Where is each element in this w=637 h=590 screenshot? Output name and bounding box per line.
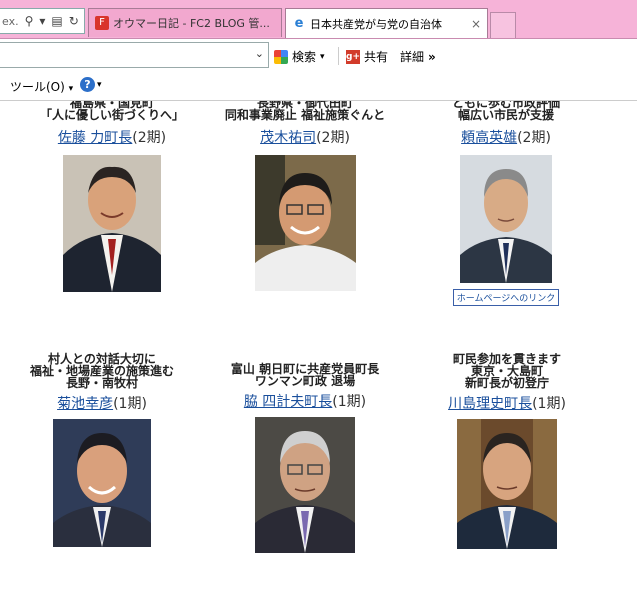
page-content: 福島県・国見町 「人に優しい街づくりへ」 佐藤 力町長(2期) 長野県・御代田町…: [0, 101, 637, 590]
share-label: 共有: [364, 50, 389, 64]
details-label: 詳細: [400, 50, 425, 64]
close-tab-icon[interactable]: ×: [471, 17, 481, 31]
headline-line: 長野・南牧村: [65, 376, 138, 390]
term-label: (2期): [316, 130, 350, 146]
search-icon[interactable]: ⚲: [25, 14, 34, 28]
mayor-name-row: 頼高英雄(2期): [406, 127, 606, 147]
help-icon: ?: [80, 77, 95, 92]
mayor-card: 村人との対話大切に 福祉・地場産業の施策進む 長野・南牧村 菊池幸彦(1期): [2, 353, 202, 547]
dropdown-arrow-icon: ▾: [68, 84, 74, 94]
headline: 富山 朝日町に共産党員町長 ワンマン町政 退場: [205, 363, 405, 387]
mayor-photo: [53, 419, 151, 547]
refresh-icon[interactable]: ↻: [69, 14, 79, 28]
search-command[interactable]: 検索 ▾: [274, 48, 325, 65]
mayor-photo: [254, 155, 356, 291]
mayor-name-row: 菊池幸彦(1期): [2, 393, 202, 413]
mayor-name-row: 脇 四計夫町長(1期): [205, 391, 405, 411]
headline-line: 同和事業廃止 福祉施策ぐんと: [224, 108, 386, 122]
help-menu[interactable]: ? ▾: [80, 77, 102, 92]
address-bar[interactable]: ex. ⚲ ▾ ▤ ↻: [0, 8, 85, 34]
details-command[interactable]: 詳細 »: [400, 48, 436, 65]
fc2-favicon-icon: F: [95, 16, 109, 30]
mayor-name-link[interactable]: 佐藤 力町長: [58, 130, 132, 146]
tab-active-page[interactable]: e 日本共産党が与党の自治体 ×: [285, 8, 488, 38]
term-label: (1期): [332, 394, 367, 410]
menu-bar: ツール(O) ▾ ? ▾: [0, 72, 637, 101]
headline: ともに歩む市政評価 幅広い市民が支援: [406, 101, 606, 121]
mayor-card: 町民参加を貫きます 東京・大島町 新町長が初登庁 川島理史町長(1期): [407, 353, 607, 549]
mayor-name-row: 茂木祐司(2期): [205, 127, 405, 147]
term-label: (2期): [132, 130, 167, 146]
mayor-photo: [63, 155, 161, 292]
tab-strip: ex. ⚲ ▾ ▤ ↻ F オウマー日記 - FC2 BLOG 管... e 日…: [0, 0, 637, 39]
mayor-card: ともに歩む市政評価 幅広い市民が支援 頼高英雄(2期) ホームページへのリンク: [406, 101, 606, 306]
mayor-name-link[interactable]: 菊池幸彦: [57, 396, 113, 412]
term-label: (2期): [517, 130, 551, 146]
dropdown-arrow-icon[interactable]: ▾: [39, 14, 45, 28]
favorites-dropdown[interactable]: ⌄: [0, 42, 269, 68]
dropdown-arrow-icon: ▾: [97, 79, 102, 90]
headline-line: 幅広い市民が支援: [457, 108, 554, 122]
headline: 長野県・御代田町 同和事業廃止 福祉施策ぐんと: [205, 101, 405, 121]
homepage-link[interactable]: ホームページへのリンク: [452, 289, 560, 306]
headline-line: 新町長が初登庁: [464, 376, 549, 390]
chevron-right-icon: »: [428, 49, 436, 64]
mayor-card: 富山 朝日町に共産党員町長 ワンマン町政 退場 脇 四計夫町長(1期): [205, 363, 405, 553]
headline: 村人との対話大切に 福祉・地場産業の施策進む 長野・南牧村: [2, 353, 202, 389]
headline-line: 「人に優しい街づくりへ」: [39, 108, 184, 122]
term-label: (1期): [532, 396, 566, 412]
mayor-name-link[interactable]: 脇 四計夫町長: [244, 394, 332, 410]
headline-line: ワンマン町政 退場: [254, 374, 356, 388]
google-icon: [274, 49, 288, 64]
new-tab-button[interactable]: [490, 12, 516, 38]
address-text: ex.: [2, 14, 19, 28]
term-label: (1期): [113, 396, 147, 412]
mayor-name-row: 川島理史町長(1期): [407, 393, 607, 413]
mayor-card: 長野県・御代田町 同和事業廃止 福祉施策ぐんと 茂木祐司(2期): [205, 101, 405, 291]
tab-label: オウマー日記 - FC2 BLOG 管...: [113, 17, 270, 30]
mayor-name-row: 佐藤 力町長(2期): [12, 127, 212, 147]
tools-label: ツール(O): [10, 80, 65, 94]
share-command[interactable]: g+ 共有: [346, 48, 388, 65]
tab-label: 日本共産党が与党の自治体: [310, 17, 442, 31]
compat-view-icon[interactable]: ▤: [51, 14, 62, 28]
separator: [338, 47, 339, 65]
mayor-name-link[interactable]: 茂木祐司: [260, 130, 316, 146]
mayor-photo: [460, 155, 552, 283]
mayor-name-link[interactable]: 川島理史町長: [448, 396, 532, 412]
tools-menu[interactable]: ツール(O) ▾: [10, 78, 73, 95]
google-plus-icon: g+: [346, 49, 360, 64]
dropdown-arrow-icon: ▾: [320, 51, 325, 62]
headline: 町民参加を貫きます 東京・大島町 新町長が初登庁: [407, 353, 607, 389]
mayor-name-link[interactable]: 頼高英雄: [461, 130, 517, 146]
command-bar: ⌄ 検索 ▾ g+ 共有 詳細 »: [0, 39, 637, 71]
ie-favicon-icon: e: [294, 15, 304, 31]
search-label: 検索: [292, 50, 317, 64]
mayor-photo: [457, 419, 557, 549]
chevron-down-icon: ⌄: [254, 47, 264, 60]
mayor-photo: [255, 417, 355, 553]
mayor-card: 福島県・国見町 「人に優しい街づくりへ」 佐藤 力町長(2期): [12, 101, 212, 292]
headline: 福島県・国見町 「人に優しい街づくりへ」: [12, 101, 212, 121]
tab-fc2-blog[interactable]: F オウマー日記 - FC2 BLOG 管...: [88, 8, 282, 37]
